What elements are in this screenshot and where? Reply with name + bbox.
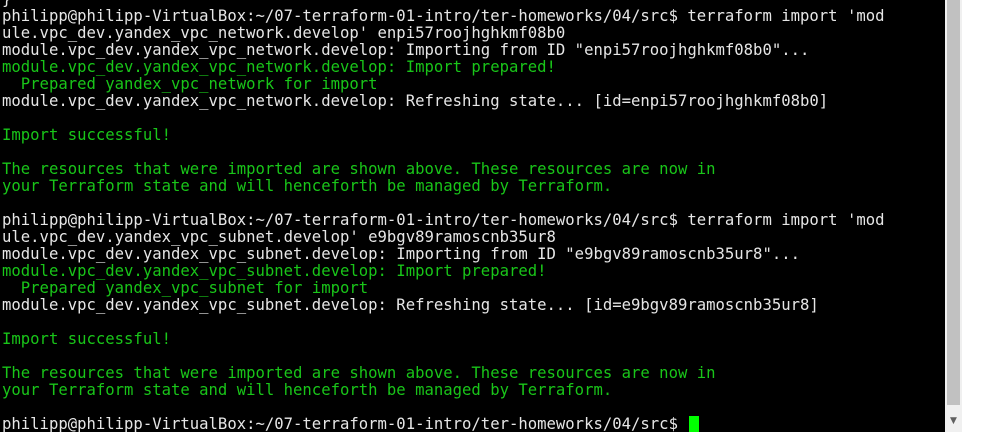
- terminal-line: The resources that were imported are sho…: [2, 364, 716, 382]
- terminal-line: module.vpc_dev.yandex_vpc_subnet.develop…: [2, 296, 819, 314]
- vertical-scrollbar[interactable]: ▼: [945, 0, 962, 432]
- terminal-line: Import successful!: [2, 330, 171, 348]
- terminal-line: module.vpc_dev.yandex_vpc_network.develo…: [2, 58, 556, 76]
- prompt-line[interactable]: philipp@philipp-VirtualBox:~/07-terrafor…: [2, 416, 885, 432]
- terminal-line: Import successful!: [2, 126, 171, 144]
- terminal-line: The resources that were imported are sho…: [2, 160, 716, 178]
- text-cursor: [689, 416, 700, 432]
- terminal-line: your Terraform state and will henceforth…: [2, 381, 613, 399]
- terminal-line: your Terraform state and will henceforth…: [2, 177, 613, 195]
- terminal-line: module.vpc_dev.yandex_vpc_network.develo…: [2, 92, 829, 110]
- terminal-line: Prepared yandex_vpc_network for import: [2, 75, 378, 93]
- terminal-output: }philipp@philipp-VirtualBox:~/07-terrafo…: [2, 0, 885, 432]
- terminal-line: philipp@philipp-VirtualBox:~/07-terrafor…: [2, 211, 885, 229]
- terminal-line: module.vpc_dev.yandex_vpc_subnet.develop…: [2, 245, 800, 263]
- scroll-down-arrow-icon[interactable]: ▼: [945, 413, 962, 430]
- terminal-line: module.vpc_dev.yandex_vpc_subnet.develop…: [2, 262, 547, 280]
- terminal-window[interactable]: }philipp@philipp-VirtualBox:~/07-terrafo…: [0, 0, 945, 432]
- terminal-line: ule.vpc_dev.yandex_vpc_network.develop' …: [2, 24, 566, 42]
- scrollbar-thumb[interactable]: [947, 0, 960, 405]
- shell-prompt: philipp@philipp-VirtualBox:~/07-terrafor…: [2, 415, 688, 432]
- terminal-line: ule.vpc_dev.yandex_vpc_subnet.develop' e…: [2, 228, 556, 246]
- terminal-line: philipp@philipp-VirtualBox:~/07-terrafor…: [2, 7, 885, 25]
- terminal-line: module.vpc_dev.yandex_vpc_network.develo…: [2, 41, 810, 59]
- window-background: [962, 0, 982, 432]
- terminal-line: Prepared yandex_vpc_subnet for import: [2, 279, 369, 297]
